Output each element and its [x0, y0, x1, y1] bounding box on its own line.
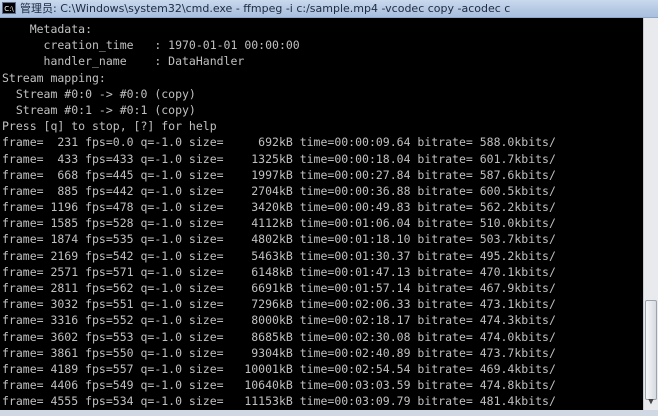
console-line: Press [q] to stop, [?] for help: [2, 119, 217, 134]
console-line: creation_time : 1970-01-01 00:00:00: [2, 38, 300, 53]
console-line: frame= 4406 fps=549 q=-1.0 size= 10640kB…: [2, 378, 556, 393]
console-output[interactable]: Metadata: creation_time : 1970-01-01 00:…: [0, 18, 643, 410]
console-line: frame= 668 fps=445 q=-1.0 size= 1997kB t…: [2, 167, 556, 182]
console-line: frame= 2811 fps=562 q=-1.0 size= 6691kB …: [2, 281, 556, 295]
vertical-scrollbar[interactable]: ▼: [643, 18, 658, 410]
window-bottom-border: [0, 410, 658, 416]
console-line: frame= 4189 fps=557 q=-1.0 size= 10001kB…: [2, 361, 556, 376]
console-line: Stream #0:1 -> #0:1 (copy): [2, 102, 196, 117]
console-line: frame= 3032 fps=551 q=-1.0 size= 7296kB …: [2, 297, 556, 312]
console-line: frame= 231 fps=0.0 q=-1.0 size= 692kB ti…: [2, 135, 556, 150]
console-line: frame= 4555 fps=534 q=-1.0 size= 11153kB…: [2, 394, 556, 409]
console-line: frame= 2169 fps=542 q=-1.0 size= 5463kB …: [2, 248, 556, 263]
scrollbar-thumb[interactable]: [645, 300, 657, 400]
console-line: Metadata:: [2, 22, 93, 36]
window-titlebar[interactable]: C:\ 管理员: C:\Windows\system32\cmd.exe - f…: [0, 0, 658, 18]
console-line: frame= 433 fps=433 q=-1.0 size= 1325kB t…: [2, 151, 556, 166]
console-line: frame= 3602 fps=553 q=-1.0 size= 8685kB …: [2, 329, 556, 344]
console-line: frame= 1585 fps=528 q=-1.0 size= 4112kB …: [2, 216, 556, 231]
console-line: frame= 3861 fps=550 q=-1.0 size= 9304kB …: [2, 345, 556, 360]
console-line: handler_name : DataHandler: [2, 54, 245, 69]
console-text: Metadata: creation_time : 1970-01-01 00:…: [0, 18, 643, 410]
console-line: Stream mapping:: [2, 70, 106, 85]
cmd-icon[interactable]: C:\: [2, 2, 16, 14]
window-title: 管理员: C:\Windows\system32\cmd.exe - ffmpe…: [20, 2, 511, 15]
console-line: frame= 885 fps=442 q=-1.0 size= 2704kB t…: [2, 183, 556, 198]
console-line: Stream #0:0 -> #0:0 (copy): [2, 86, 196, 101]
console-line: frame= 2571 fps=571 q=-1.0 size= 6148kB …: [2, 264, 556, 279]
arrow-down-icon[interactable]: ▼: [644, 395, 658, 410]
console-line: frame= 1874 fps=535 q=-1.0 size= 4802kB …: [2, 232, 556, 247]
console-line: frame= 1196 fps=478 q=-1.0 size= 3420kB …: [2, 200, 556, 215]
console-line: frame= 3316 fps=552 q=-1.0 size= 8000kB …: [2, 313, 556, 328]
